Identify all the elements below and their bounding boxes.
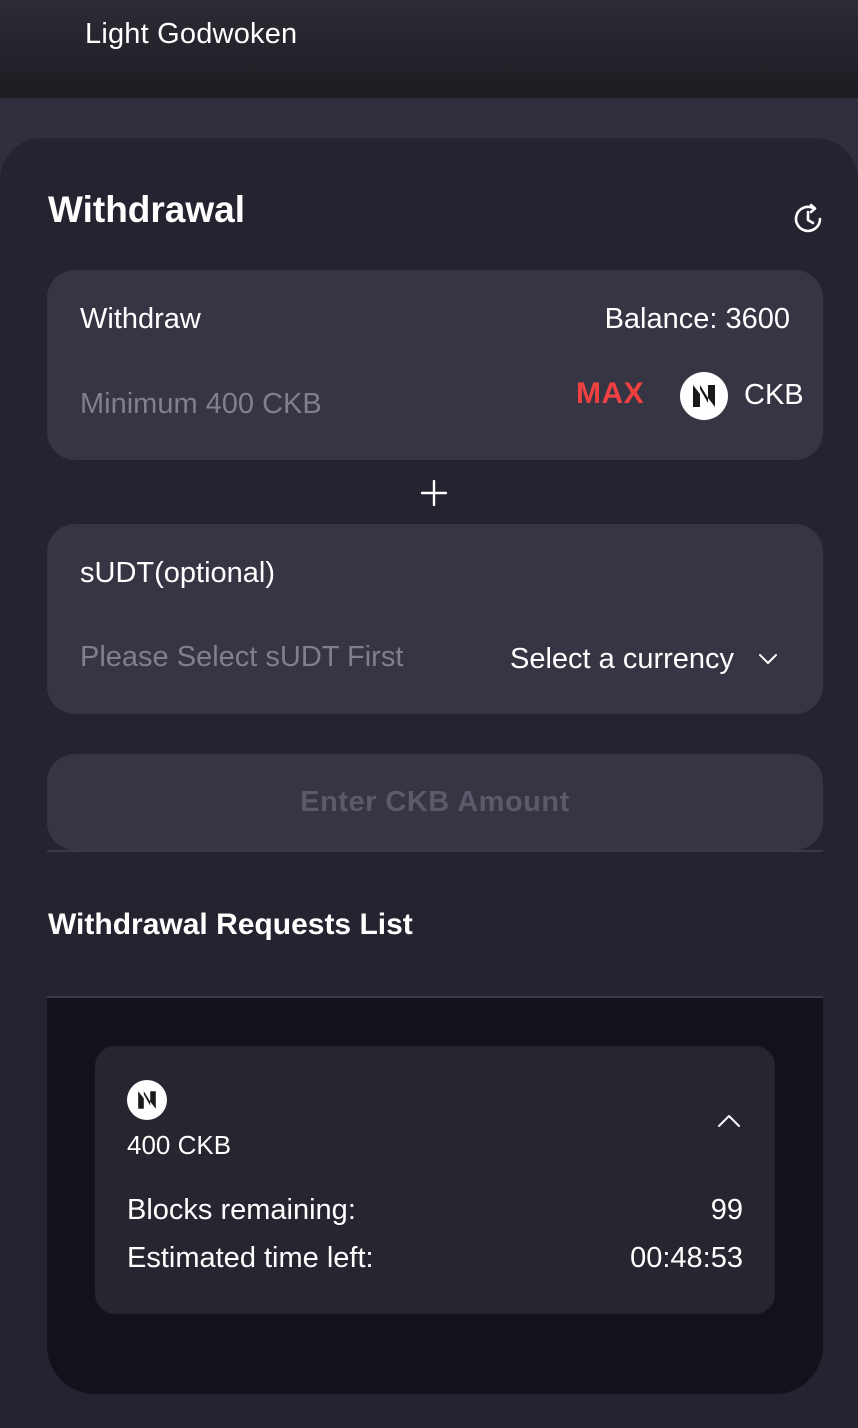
sudt-label: sUDT(optional): [80, 557, 275, 589]
balance-text: Balance: 3600: [604, 303, 790, 335]
time-left-row: Estimated time left: 00:48:53: [127, 1242, 743, 1275]
requests-list: 400 CKB Blocks remaining: 99 Estimated t…: [47, 996, 823, 1394]
blocks-remaining-value: 99: [710, 1194, 743, 1226]
nervos-logo-icon: [680, 372, 728, 420]
withdraw-label: Withdraw: [80, 303, 201, 335]
blocks-remaining-row: Blocks remaining: 99: [127, 1194, 743, 1227]
ckb-amount-input[interactable]: [80, 382, 520, 426]
request-amount: 400 CKB: [127, 1130, 232, 1160]
sudt-amount-input[interactable]: Please Select sUDT First: [80, 641, 403, 674]
app-title: Light Godwoken: [85, 18, 298, 50]
time-left-label: Estimated time left:: [127, 1242, 374, 1274]
chevron-down-icon: [759, 654, 778, 664]
submit-button[interactable]: Enter CKB Amount: [47, 754, 823, 850]
plus-icon: [421, 480, 447, 506]
currency-select[interactable]: Select a currency: [510, 639, 778, 679]
divider: [47, 850, 823, 852]
token-name: CKB: [744, 379, 804, 411]
chevron-up-icon[interactable]: [717, 1114, 741, 1128]
list-item: 400 CKB Blocks remaining: 99 Estimated t…: [95, 1046, 775, 1314]
top-bar: Light Godwoken: [0, 0, 858, 98]
nervos-logo-icon: [127, 1080, 167, 1120]
page-title: Withdrawal: [48, 189, 246, 230]
withdraw-card: Withdraw Balance: 3600 MAX CKB: [47, 270, 823, 460]
sudt-card: sUDT(optional) Please Select sUDT First …: [47, 524, 823, 714]
time-left-value: 00:48:53: [630, 1242, 743, 1274]
history-icon[interactable]: [791, 202, 825, 236]
blocks-remaining-label: Blocks remaining:: [127, 1194, 356, 1226]
withdrawal-panel: Withdrawal Withdraw Balance: 3600 MAX CK…: [0, 138, 858, 1428]
requests-list-title: Withdrawal Requests List: [48, 908, 413, 941]
max-button[interactable]: MAX: [576, 377, 644, 411]
currency-select-label: Select a currency: [510, 642, 735, 675]
